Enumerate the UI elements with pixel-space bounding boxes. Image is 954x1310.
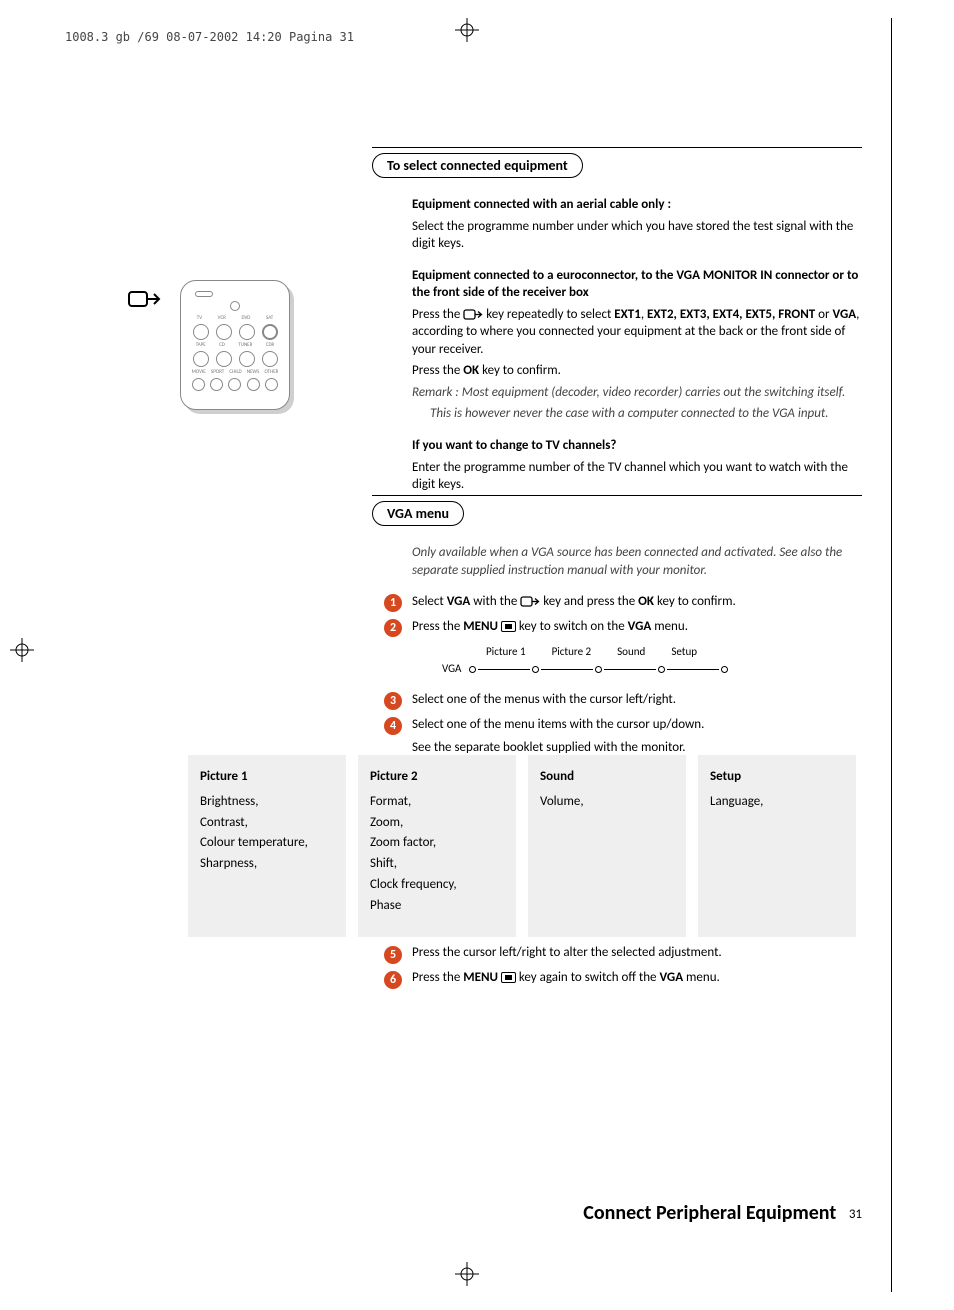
step-item: 6 Press the MENU key again to switch off… (384, 970, 862, 989)
registration-mark-icon (10, 638, 34, 662)
step-item: 1 Select VGA with the key and press the … (384, 593, 862, 612)
menu-columns: Picture 1 Brightness, Contrast, Colour t… (188, 755, 862, 937)
menu-button-icon (501, 972, 516, 983)
step-number-icon: 4 (384, 717, 402, 735)
step-number-icon: 5 (384, 946, 402, 964)
registration-mark-icon (455, 1262, 479, 1286)
step-number-icon: 6 (384, 971, 402, 989)
section-heading: To select connected equipment (372, 153, 583, 178)
section-select-equipment: To select connected equipment Equipment … (372, 147, 862, 508)
step-item: 3 Select one of the menus with the curso… (384, 691, 862, 710)
body-text: Press the OK key to confirm. (412, 362, 862, 380)
intro-text: Only available when a VGA source has bee… (412, 544, 862, 579)
subheading: Equipment connected to a euroconnector, … (412, 267, 862, 302)
column-sound: Sound Volume, (528, 755, 686, 937)
footer-title: Connect Peripheral Equipment (583, 1201, 836, 1225)
menu-button-icon (501, 621, 516, 632)
step-number-icon: 2 (384, 619, 402, 637)
source-select-icon (128, 288, 162, 312)
column-picture2: Picture 2 Format, Zoom, Zoom factor, Shi… (358, 755, 516, 937)
steps-after-columns: 5 Press the cursor left/right to alter t… (372, 945, 862, 995)
body-text: Enter the programme number of the TV cha… (412, 459, 862, 494)
section-heading: VGA menu (372, 501, 464, 526)
source-select-icon (520, 595, 540, 608)
body-text: Press the key repeatedly to select EXT1,… (412, 306, 862, 359)
step-item: 5 Press the cursor left/right to alter t… (384, 945, 862, 964)
page-footer: Connect Peripheral Equipment 31 (583, 1201, 862, 1225)
crop-line (891, 18, 892, 1292)
section-vga-menu: VGA menu Only available when a VGA sourc… (372, 495, 862, 763)
step-item: 2 Press the MENU key to switch on the VG… (384, 618, 862, 637)
step-number-icon: 3 (384, 692, 402, 710)
body-text: Select the programme number under which … (412, 218, 862, 253)
remark-text: Remark : Most equipment (decoder, video … (412, 384, 862, 402)
subheading: Equipment connected with an aerial cable… (412, 196, 862, 214)
step-item: 4 Select one of the menu items with the … (384, 716, 862, 757)
step-number-icon: 1 (384, 594, 402, 612)
remark-text: This is however never the case with a co… (430, 405, 862, 423)
column-picture1: Picture 1 Brightness, Contrast, Colour t… (188, 755, 346, 937)
source-select-icon (463, 308, 483, 321)
registration-mark-icon (455, 18, 479, 42)
prepress-header: 1008.3 gb /69 08-07-2002 14:20 Pagina 31 (65, 30, 354, 44)
column-setup: Setup Language, (698, 755, 856, 937)
subheading: If you want to change to TV channels? (412, 437, 862, 455)
menu-tree-diagram: Picture 1 Picture 2 Sound Setup VGA (442, 645, 862, 677)
page-number: 31 (849, 1207, 862, 1222)
